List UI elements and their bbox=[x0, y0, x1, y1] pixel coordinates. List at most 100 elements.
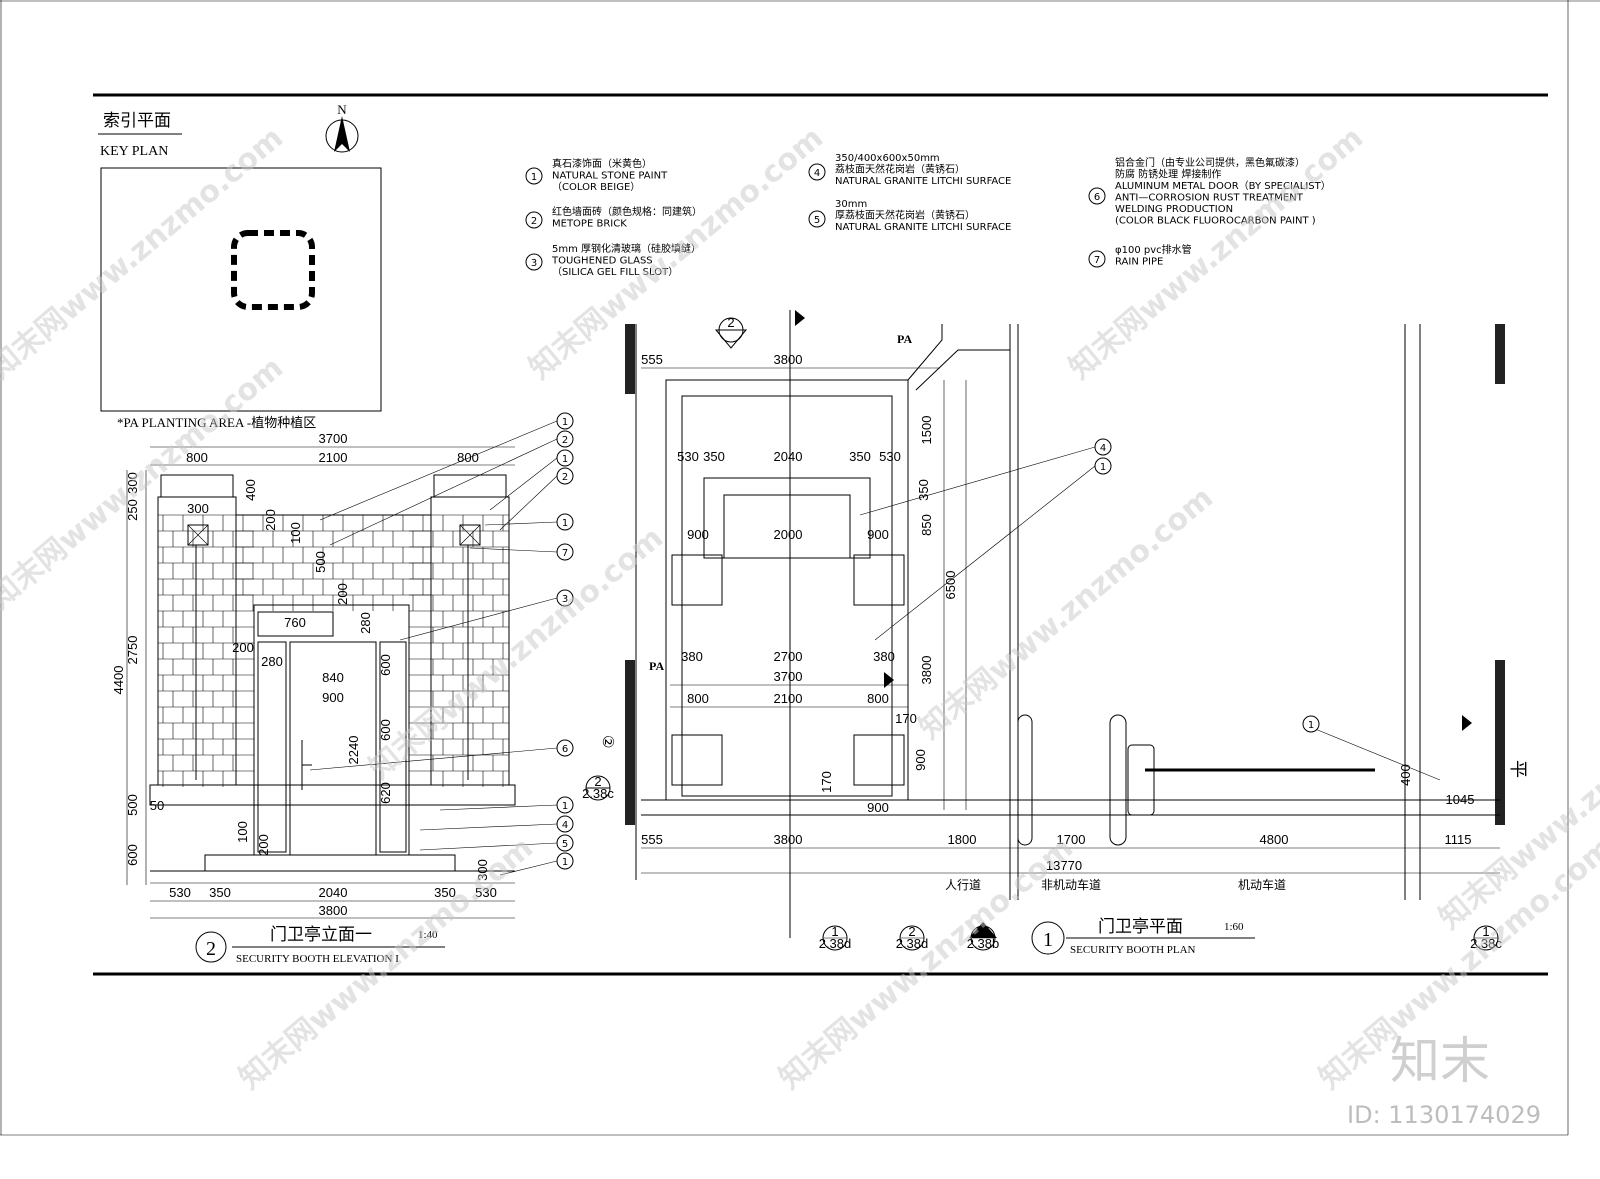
elevation-section-ref: 2 2.38c bbox=[582, 774, 614, 801]
pa-label: PA bbox=[897, 332, 912, 346]
elevation-title-cn: 门卫亭立面一 bbox=[270, 925, 372, 944]
dimension-label: 555 bbox=[641, 352, 663, 367]
dimension-label: 600 bbox=[378, 654, 393, 676]
legend-text: 荔枝面天然花岗岩（黄锈石） bbox=[835, 163, 965, 176]
svg-text:2: 2 bbox=[727, 315, 734, 330]
watermark-logo: 知末 bbox=[1390, 1032, 1490, 1090]
dimension-label: 100 bbox=[288, 522, 303, 544]
rotated-label-right: 平 bbox=[1507, 760, 1528, 778]
dimension-label: 3800 bbox=[774, 352, 803, 367]
dimension-label: 2040 bbox=[319, 885, 348, 900]
legend-text: 防腐 防锈处理 焊接制作 bbox=[1115, 168, 1221, 181]
dimension-label: 900 bbox=[867, 527, 889, 542]
dimension-label: 1045 bbox=[1446, 792, 1475, 807]
plan-title-num: 1 bbox=[1043, 929, 1053, 951]
elevation-dimensions: 3700800 2100 80030025027504400500600530 350… bbox=[111, 431, 515, 919]
watermark-text: 知末网www.znzmo.com bbox=[773, 830, 1080, 1096]
dimension-label: 2240 bbox=[346, 736, 361, 765]
dimension-label: 3800 bbox=[774, 832, 803, 847]
legend-text: 30mm bbox=[835, 199, 867, 210]
dimension-label: 4800 bbox=[1260, 832, 1289, 847]
section-ref-sheet: 2.38d bbox=[819, 936, 852, 951]
dimension-label: 2100 bbox=[774, 691, 803, 706]
dimension-label: 3700 bbox=[774, 669, 803, 684]
callout-number: 1 bbox=[1308, 720, 1314, 731]
elevation-title-num: 2 bbox=[206, 938, 216, 960]
plan-title: 1 门卫亭平面 1:60 SECURITY BOOTH PLAN bbox=[1031, 917, 1255, 956]
north-label: N bbox=[337, 102, 347, 117]
dimension-label: 400 bbox=[243, 479, 258, 501]
dimension-label: 1800 bbox=[948, 832, 977, 847]
legend-number: 5 bbox=[814, 215, 820, 226]
leader-line bbox=[439, 804, 558, 811]
dimension-label: 3800 bbox=[319, 903, 348, 918]
legend-text: 铝合金门（由专业公司提供，黑色氟碳漆） bbox=[1115, 156, 1305, 169]
legend-number: 3 bbox=[531, 258, 537, 269]
dimension-label: 760 bbox=[284, 615, 306, 630]
booth-location-marker bbox=[231, 230, 315, 310]
legend-number: 4 bbox=[814, 168, 820, 179]
legend-text: φ100 pvc排水管 bbox=[1115, 243, 1192, 256]
legend-text: 厚荔枝面天然花岗岩（黄锈石） bbox=[835, 209, 975, 222]
callout-number: 1 bbox=[562, 857, 568, 868]
zone-sidewalk: 人行道 bbox=[945, 878, 981, 892]
dimension-label: 350 bbox=[916, 479, 931, 501]
legend-text: （COLOR BEIGE） bbox=[552, 181, 640, 193]
leader-line bbox=[419, 842, 558, 851]
dimension-label: 170 bbox=[819, 771, 834, 793]
legend-text: WELDING PRODUCTION bbox=[1115, 204, 1233, 215]
dimension-label: 530 bbox=[169, 885, 191, 900]
dimension-label: 900 bbox=[867, 800, 889, 815]
legend-number: 6 bbox=[1094, 192, 1100, 203]
watermark-pattern: 知末网www.znzmo.com 知末网www.znzmo.com 知末网www.z… bbox=[0, 120, 1600, 1096]
leader-line bbox=[1302, 723, 1441, 781]
dimension-label: 280 bbox=[261, 654, 283, 669]
zone-vehicle-lane: 机动车道 bbox=[1238, 877, 1286, 892]
plan-scale: 1:60 bbox=[1224, 921, 1244, 933]
north-arrow-icon: N bbox=[325, 102, 359, 153]
callout-number: 4 bbox=[562, 820, 568, 831]
dimension-label: 400 bbox=[1398, 764, 1413, 786]
dimension-label: 200 bbox=[256, 834, 271, 856]
dimension-label: 3800 bbox=[919, 656, 934, 685]
callout-number: 7 bbox=[562, 548, 568, 559]
legend-text: NATURAL GRANITE LITCHI SURFACE bbox=[835, 222, 1011, 233]
dimension-label: 350 bbox=[849, 449, 871, 464]
dimension-label: 50 bbox=[150, 798, 164, 813]
callout-number: 2 bbox=[562, 472, 568, 483]
callout-number: 1 bbox=[1100, 462, 1106, 473]
dimension-label: 2000 bbox=[774, 527, 803, 542]
dimension-label: 200 bbox=[335, 583, 350, 605]
callout-number: 1 bbox=[562, 417, 568, 428]
watermark-id: ID: 1130174029 bbox=[1347, 1101, 1541, 1129]
legend-number: 7 bbox=[1094, 255, 1100, 266]
plan-title-en: SECURITY BOOTH PLAN bbox=[1070, 944, 1196, 956]
svg-text:2.38c: 2.38c bbox=[582, 786, 614, 801]
dimension-label: 380 bbox=[681, 649, 703, 664]
callout-number: 1 bbox=[562, 454, 568, 465]
watermark-text: 知末网www.znzmo.com bbox=[913, 480, 1220, 746]
legend-number: 2 bbox=[531, 216, 537, 227]
dimension-label: 1500 bbox=[919, 416, 934, 445]
drawing-sheet: 索引平面 KEY PLAN N *PA PLANTING AREA -植物种植区… bbox=[0, 0, 1600, 1136]
dimension-label: 500 bbox=[313, 551, 328, 573]
dimension-label: 6500 bbox=[943, 571, 958, 600]
dimension-label: 200 bbox=[232, 640, 254, 655]
leader-line bbox=[484, 521, 558, 526]
callout-number: 1 bbox=[562, 801, 568, 812]
key-plan-title-cn: 索引平面 bbox=[103, 111, 171, 130]
dimension-label: 900 bbox=[687, 527, 709, 542]
dimension-label: 380 bbox=[873, 649, 895, 664]
legend-text: 350/400x600x50mm bbox=[835, 153, 940, 164]
legend-text: NATURAL GRANITE LITCHI SURFACE bbox=[835, 176, 1011, 187]
callout-number: 4 bbox=[1100, 443, 1106, 454]
callout-number: 2 bbox=[562, 435, 568, 446]
dimension-label: 280 bbox=[358, 612, 373, 634]
leader-line bbox=[419, 823, 558, 831]
legend-text: 红色墙面砖（颜色规格：同建筑） bbox=[552, 205, 702, 218]
dimension-label: 530 bbox=[677, 449, 699, 464]
dimension-label: 3700 bbox=[319, 431, 348, 446]
dimension-label: 4400 bbox=[111, 666, 126, 695]
leader-line bbox=[319, 420, 558, 521]
dimension-label: 1115 bbox=[1445, 832, 1472, 847]
